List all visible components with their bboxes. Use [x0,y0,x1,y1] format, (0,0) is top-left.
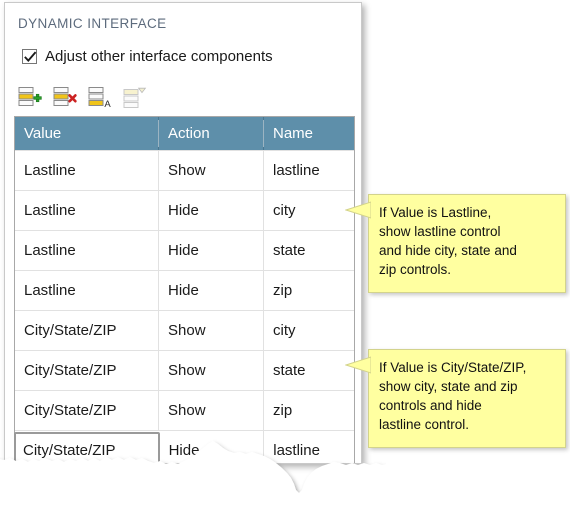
table-row[interactable]: City/State/ZIP Show zip [15,390,354,430]
dynamic-interface-panel: DYNAMIC INTERFACE Adjust other interface… [4,2,362,464]
table-row[interactable]: Lastline Hide state [15,230,354,270]
cell-name[interactable]: state [264,231,354,270]
cell-action[interactable]: Hide [159,231,264,270]
cell-action[interactable]: Show [159,391,264,430]
cell-action[interactable]: Hide [159,271,264,310]
rows-filter-icon [123,87,147,108]
rows-plus-icon [18,87,42,106]
callout-line-4: lastline control. [379,417,470,432]
callout-tail-icon [345,356,371,374]
table-row[interactable]: City/State/ZIP Show state [15,350,354,390]
cell-value[interactable]: City/State/ZIP [15,391,159,430]
add-row-button[interactable] [18,86,44,110]
checkmark-icon [24,51,37,63]
callout-line-1: If Value is City/State/ZIP, [379,360,527,375]
adjust-components-checkbox[interactable] [22,49,37,64]
column-header-value[interactable]: Value [15,117,159,150]
sort-rows-button[interactable]: A [88,86,114,110]
table-row[interactable]: City/State/ZIP Show city [15,310,354,350]
cell-value[interactable]: City/State/ZIP [15,351,159,390]
cell-name[interactable]: state [264,351,354,390]
cell-value[interactable]: Lastline [15,151,159,190]
cell-name[interactable]: zip [264,391,354,430]
cell-action[interactable]: Hide [159,191,264,230]
cell-action[interactable]: Show [159,311,264,350]
cell-action[interactable]: Hide [160,431,265,463]
table-row[interactable]: Lastline Show lastline [15,150,354,190]
cell-name[interactable]: city [264,191,354,230]
table-row[interactable]: Lastline Hide city [15,190,354,230]
grid-header-row: Value Action Name [15,117,354,150]
cell-value[interactable]: Lastline [15,191,159,230]
cell-name[interactable]: city [264,311,354,350]
page-title: DYNAMIC INTERFACE [18,16,167,31]
cell-value[interactable]: City/State/ZIP [15,311,159,350]
callout-lastline: If Value is Lastline, show lastline cont… [345,194,566,293]
grid-toolbar: A [18,86,149,110]
rows-sort-icon: A [88,87,111,110]
adjust-components-label: Adjust other interface components [45,48,273,65]
cell-name[interactable]: zip [264,271,354,310]
callout-line-1: If Value is Lastline, [379,205,492,220]
filter-rows-button[interactable] [123,86,149,110]
callout-line-2: show lastline control [379,224,501,239]
cell-name[interactable]: lastline [264,431,354,463]
table-row[interactable]: City/State/ZIP Hide lastline [14,430,354,463]
column-header-action[interactable]: Action [159,117,264,150]
callout-line-4: zip controls. [379,262,452,277]
callout-line-3: and hide city, state and [379,243,517,258]
cell-value[interactable]: Lastline [15,271,159,310]
rows-delete-icon [53,87,77,106]
cell-value-selected[interactable]: City/State/ZIP [14,432,160,463]
column-header-name[interactable]: Name [264,117,354,150]
dynamic-interface-grid[interactable]: Value Action Name Lastline Show lastline… [14,116,355,463]
table-row[interactable]: Lastline Hide zip [15,270,354,310]
callout-line-2: show city, state and zip [379,379,518,394]
cell-name[interactable]: lastline [264,151,354,190]
callout-tail-icon [345,201,371,219]
callout-line-3: controls and hide [379,398,482,413]
cell-action[interactable]: Show [159,351,264,390]
callout-city-state-zip: If Value is City/State/ZIP, show city, s… [345,349,566,448]
cell-value[interactable]: Lastline [15,231,159,270]
svg-text:A: A [104,99,111,110]
cell-action[interactable]: Show [159,151,264,190]
delete-row-button[interactable] [53,86,79,110]
adjust-components-checkbox-row[interactable]: Adjust other interface components [22,48,273,65]
